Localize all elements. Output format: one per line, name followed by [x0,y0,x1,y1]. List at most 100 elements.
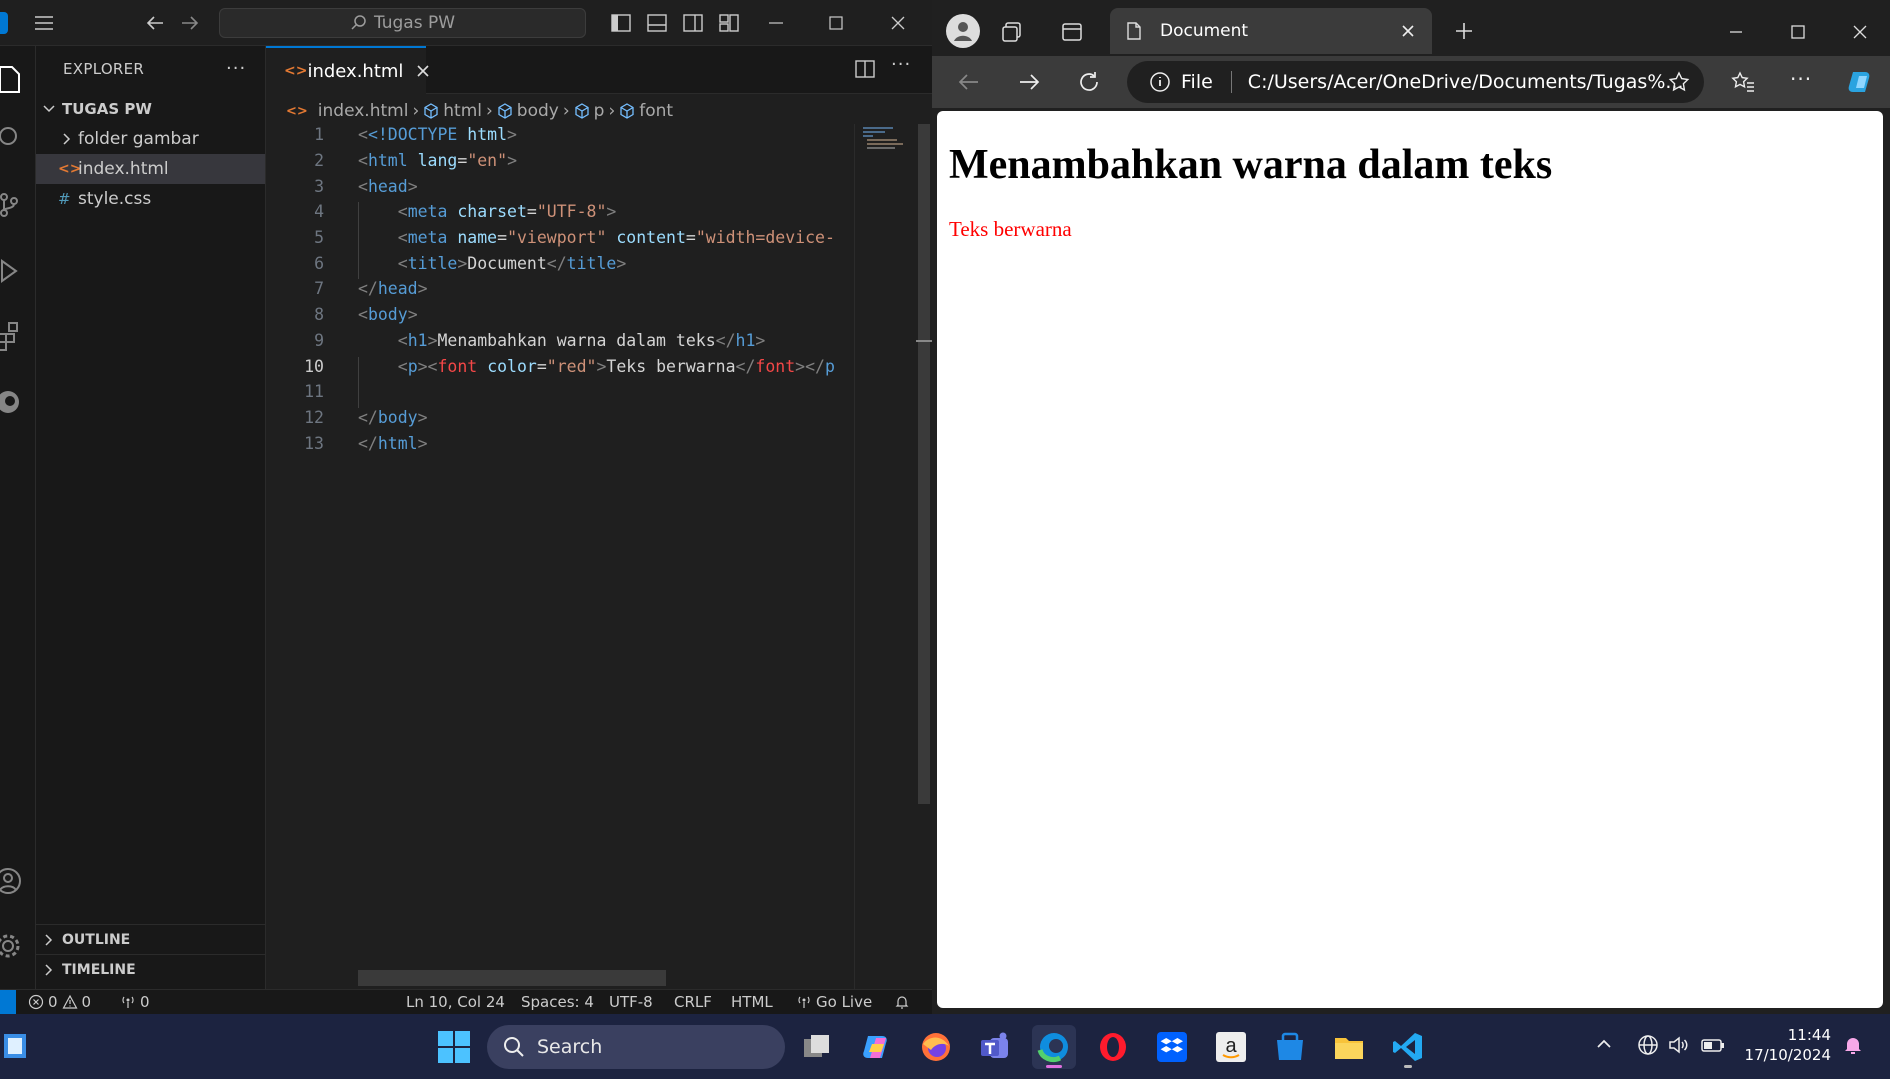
breadcrumb-item[interactable]: html [443,101,482,121]
breadcrumb-item[interactable]: font [639,101,673,121]
taskbar-search[interactable]: Search [487,1025,785,1069]
toggle-panel-icon[interactable] [645,11,669,35]
teams-icon[interactable] [973,1025,1017,1069]
more-actions-icon[interactable]: ··· [226,58,246,79]
clock-date: 17/10/2024 [1744,1046,1831,1064]
toggle-secondary-sidebar-icon[interactable] [681,11,705,35]
code-line: <head> [358,177,418,196]
maximize-icon[interactable] [824,11,848,35]
tree-item-style-css[interactable]: # style.css [36,184,265,214]
task-view-icon[interactable] [795,1025,839,1069]
editor-more-actions-icon[interactable]: ··· [891,54,911,75]
microsoft-store-icon[interactable] [1268,1025,1312,1069]
breadcrumb-item[interactable]: index.html [318,101,409,121]
minimap[interactable] [854,124,906,989]
breadcrumb-separator-icon: › [562,101,570,121]
workspaces-icon[interactable] [1000,20,1024,44]
clock[interactable]: 11:44 17/10/2024 [1741,1025,1831,1065]
toggle-sidebar-icon[interactable] [609,11,633,35]
firefox-icon[interactable] [914,1025,958,1069]
browser-tab-document[interactable]: Document [1110,8,1432,54]
minimize-icon[interactable] [1724,20,1748,44]
extensions-icon[interactable] [0,318,26,354]
address-bar[interactable]: File C:/Users/Acer/OneDrive/Documents/Tu… [1127,61,1704,103]
scrollbar-thumb[interactable] [918,124,930,804]
favorite-star-icon[interactable] [1667,70,1691,94]
tab-index-html[interactable]: <> index.html [266,46,430,94]
settings-gear-icon[interactable] [0,928,26,964]
site-info-icon[interactable] [1149,71,1171,93]
close-icon[interactable] [1848,20,1872,44]
favorites-icon[interactable] [1730,69,1756,95]
horizontal-scrollbar-thumb[interactable] [358,970,666,986]
cursor-position[interactable]: Ln 10, Col 24 [406,993,505,1011]
tab-actions-icon[interactable] [1060,20,1084,44]
accounts-icon[interactable] [0,863,26,899]
edge-taskbar-icon[interactable] [1032,1025,1076,1069]
menu-icon[interactable] [32,11,56,35]
address-url: C:/Users/Acer/OneDrive/Documents/Tugas%.… [1247,71,1684,93]
folder-root-tugas-pw[interactable]: TUGAS PW [36,94,265,124]
command-center[interactable]: Tugas PW [219,8,586,38]
back-arrow-icon[interactable] [143,11,167,35]
edge-devtools-icon[interactable] [0,384,26,420]
explorer-files-icon[interactable] [0,62,26,98]
end-of-line[interactable]: CRLF [674,993,712,1011]
notifications-bell-icon[interactable] [894,994,910,1010]
battery-icon[interactable] [1700,1033,1726,1057]
minimap-line [867,143,903,145]
maximize-icon[interactable] [1786,20,1810,44]
tree-item-label: style.css [78,189,152,209]
tab-close-icon[interactable] [415,63,431,79]
outline-section[interactable]: OUTLINE [36,924,265,954]
ports-indicator[interactable]: 0 [120,993,150,1011]
breadcrumb-item[interactable]: p [594,101,605,121]
tree-item-folder-gambar[interactable]: folder gambar [36,124,265,154]
go-live-button[interactable]: Go Live [796,993,872,1011]
profile-avatar-icon[interactable] [946,14,980,48]
rendered-page: Menambahkan warna dalam teks Teks berwar… [937,111,1883,1008]
run-debug-icon[interactable] [0,253,26,289]
amazon-icon[interactable]: a [1209,1025,1253,1069]
problems-indicator[interactable]: 0 0 [28,993,91,1011]
forward-arrow-icon[interactable] [1016,69,1042,95]
search-view-icon[interactable] [0,122,26,158]
indentation[interactable]: Spaces: 4 [521,993,594,1011]
refresh-icon[interactable] [1076,69,1102,95]
vertical-scrollbar[interactable] [916,124,932,989]
line-number: 8 [314,305,324,324]
close-icon[interactable] [886,11,910,35]
network-globe-icon[interactable] [1636,1033,1660,1057]
split-editor-icon[interactable] [854,58,876,80]
copilot-taskbar-icon[interactable] [855,1025,899,1069]
dropbox-icon[interactable] [1150,1025,1194,1069]
file-explorer-icon[interactable] [1327,1025,1371,1069]
encoding[interactable]: UTF-8 [609,993,653,1011]
show-desktop-icon[interactable] [0,1032,30,1060]
show-hidden-icons-chevron-icon[interactable] [1594,1034,1614,1054]
language-mode[interactable]: HTML [731,993,773,1011]
close-tab-icon[interactable] [1400,23,1416,39]
customize-layout-icon[interactable] [717,11,741,35]
explorer-title: EXPLORER [63,60,145,78]
vscode-taskbar-icon[interactable] [1386,1025,1430,1069]
copilot-icon[interactable] [1845,66,1877,98]
back-arrow-icon[interactable] [956,69,982,95]
code-line: <meta charset="UTF-8"> [397,202,617,221]
notification-bell-icon[interactable] [1841,1033,1865,1057]
settings-more-icon[interactable]: ··· [1790,67,1812,91]
forward-arrow-icon[interactable] [178,11,202,35]
tree-item-index-html[interactable]: <> index.html [36,154,265,184]
timeline-section[interactable]: TIMELINE [36,954,265,984]
opera-icon[interactable] [1091,1025,1135,1069]
remote-indicator[interactable] [0,990,16,1015]
code-line: <body> [358,305,418,324]
tree-item-label: index.html [78,159,169,179]
breadcrumb-item[interactable]: body [517,101,559,121]
minimize-icon[interactable] [764,11,788,35]
volume-icon[interactable] [1666,1033,1690,1057]
start-windows-icon[interactable] [432,1025,476,1069]
new-tab-plus-icon[interactable] [1452,19,1476,43]
source-control-icon[interactable] [0,187,26,223]
code-editor[interactable]: <<!DOCTYPE html> <html lang="en"> <head>… [358,124,854,459]
